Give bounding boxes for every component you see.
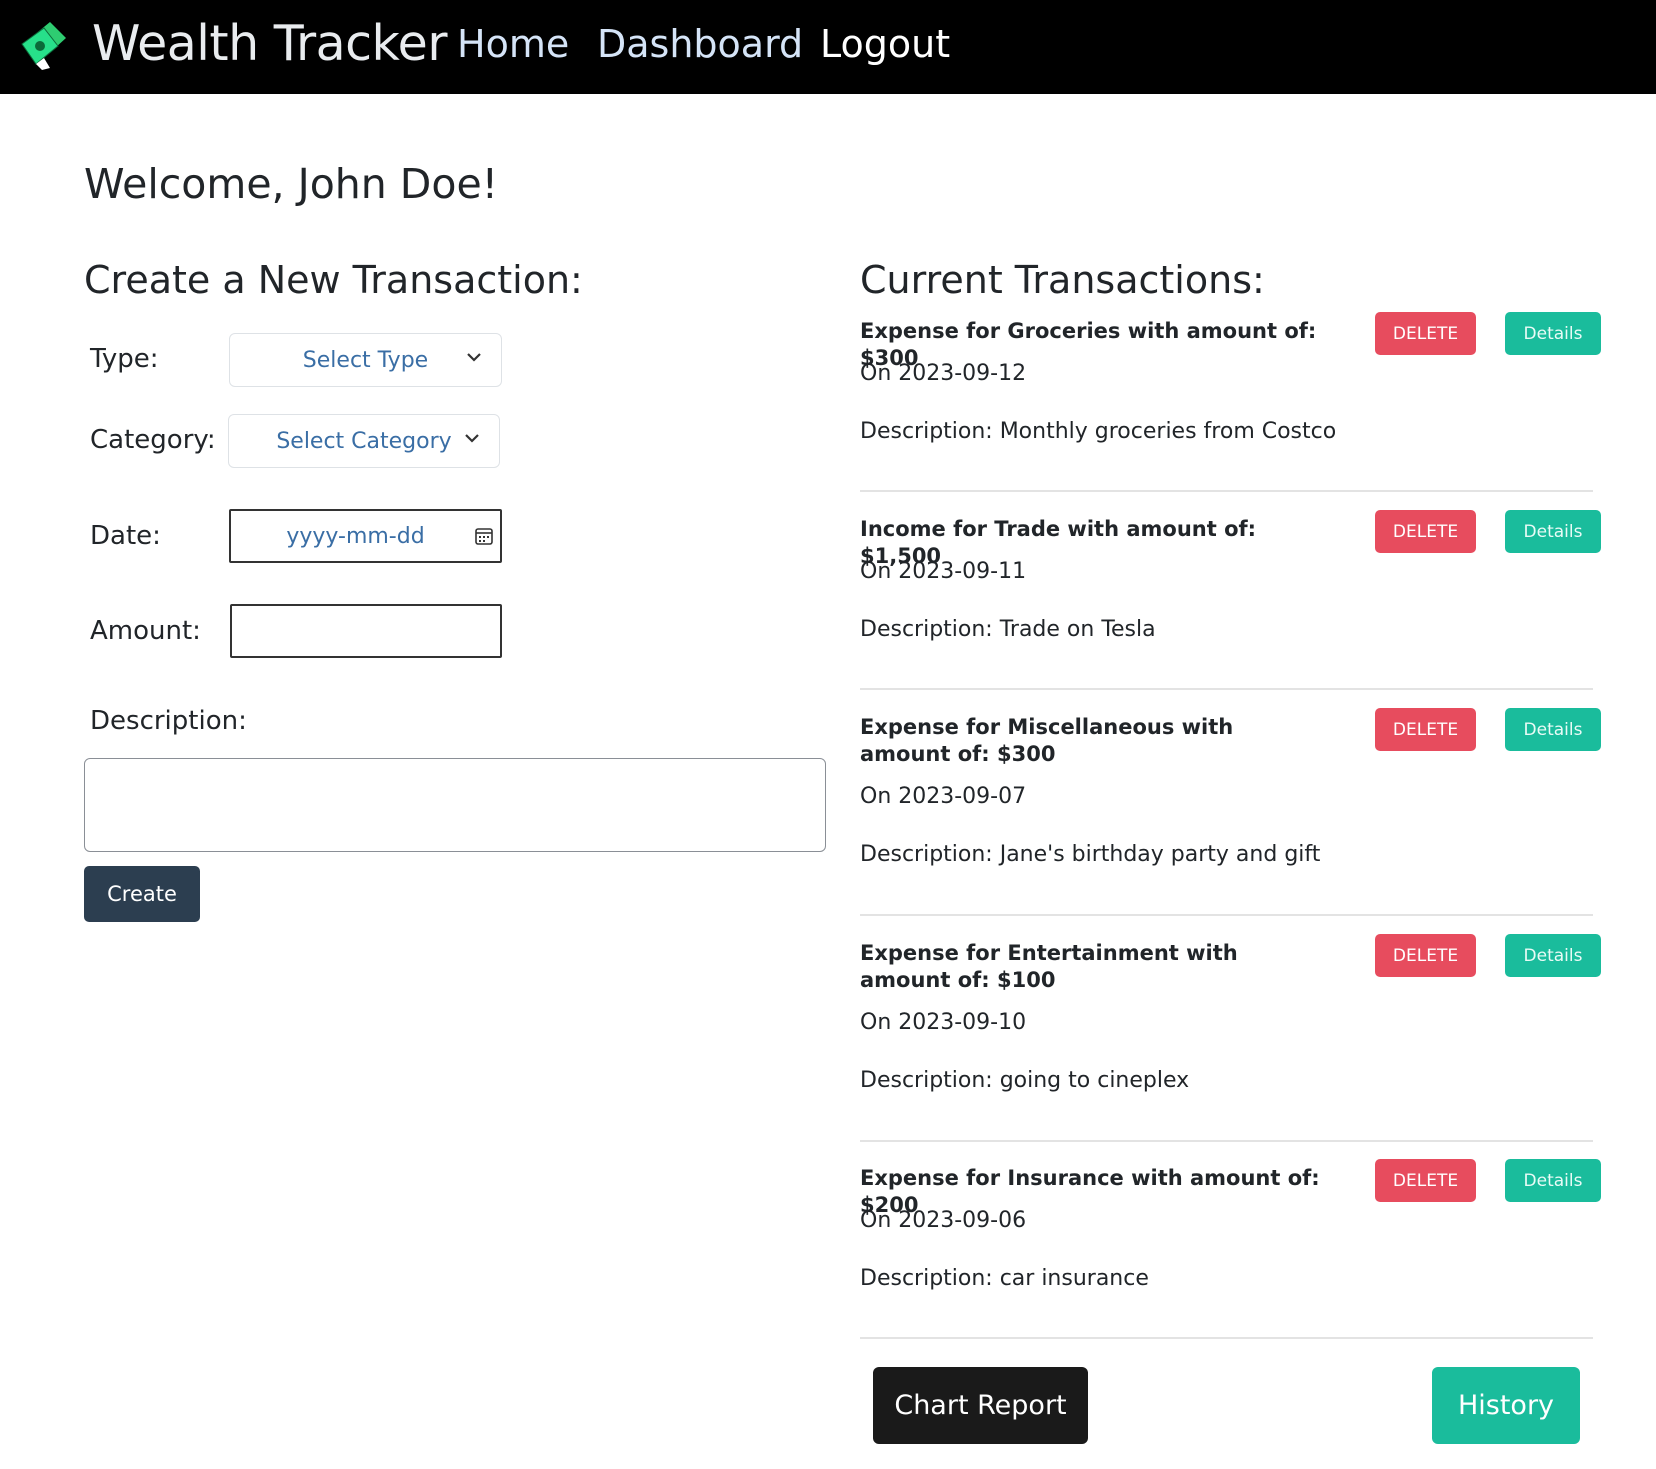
- divider: [860, 1140, 1593, 1142]
- nav-home-link[interactable]: Home: [457, 16, 569, 72]
- chevron-down-icon: [467, 353, 481, 362]
- create-transaction-title: Create a New Transaction:: [84, 258, 583, 302]
- date-input[interactable]: yyyy-mm-dd: [229, 509, 502, 563]
- description-textarea[interactable]: [84, 758, 826, 852]
- divider: [860, 688, 1593, 690]
- transaction-date: On 2023-09-06: [860, 1208, 1027, 1233]
- chevron-down-icon: [465, 434, 479, 443]
- amount-label: Amount:: [90, 616, 201, 646]
- delete-button[interactable]: DELETE: [1375, 708, 1476, 751]
- details-button[interactable]: Details: [1505, 934, 1601, 977]
- nav-dashboard-link[interactable]: Dashboard: [597, 16, 803, 72]
- transaction-description: Description: Monthly groceries from Cost…: [860, 419, 1337, 444]
- transaction-heading: Expense for Entertainment with amount of…: [860, 941, 1238, 992]
- transaction-description: Description: car insurance: [860, 1266, 1149, 1291]
- type-select-value: Select Type: [302, 347, 429, 373]
- category-select-value: Select Category: [276, 428, 452, 454]
- nav-logout-link[interactable]: Logout: [820, 16, 950, 72]
- delete-button[interactable]: DELETE: [1375, 934, 1476, 977]
- details-button[interactable]: Details: [1505, 708, 1601, 751]
- details-button[interactable]: Details: [1505, 312, 1601, 355]
- money-bill-icon[interactable]: [20, 18, 70, 70]
- details-button[interactable]: Details: [1505, 1159, 1601, 1202]
- delete-button[interactable]: DELETE: [1375, 1159, 1476, 1202]
- details-button[interactable]: Details: [1505, 510, 1601, 553]
- calendar-icon[interactable]: [474, 526, 494, 546]
- type-label: Type:: [90, 344, 159, 374]
- transaction-date: On 2023-09-10: [860, 1010, 1027, 1035]
- transaction-date: On 2023-09-12: [860, 361, 1027, 386]
- transaction-heading: Expense for Miscellaneous with amount of…: [860, 715, 1234, 766]
- brand-title[interactable]: Wealth Tracker: [92, 12, 447, 76]
- date-placeholder: yyyy-mm-dd: [286, 523, 425, 549]
- category-select[interactable]: Select Category: [228, 414, 500, 468]
- date-label: Date:: [90, 521, 161, 551]
- amount-input[interactable]: [230, 604, 502, 658]
- divider: [860, 1337, 1593, 1339]
- chart-report-button[interactable]: Chart Report: [873, 1367, 1088, 1444]
- description-label: Description:: [90, 706, 247, 736]
- category-label: Category:: [90, 425, 216, 455]
- navbar: Wealth Tracker Home Dashboard Logout: [0, 0, 1656, 94]
- transaction-date: On 2023-09-11: [860, 559, 1027, 584]
- delete-button[interactable]: DELETE: [1375, 510, 1476, 553]
- transaction-date: On 2023-09-07: [860, 784, 1027, 809]
- type-select[interactable]: Select Type: [229, 333, 502, 387]
- delete-button[interactable]: DELETE: [1375, 312, 1476, 355]
- welcome-heading: Welcome, John Doe!: [84, 160, 499, 208]
- divider: [860, 914, 1593, 916]
- create-button[interactable]: Create: [84, 866, 200, 922]
- transaction-description: Description: going to cineplex: [860, 1068, 1190, 1093]
- transaction-description: Description: Jane's birthday party and g…: [860, 842, 1321, 867]
- transaction-description: Description: Trade on Tesla: [860, 617, 1156, 642]
- divider: [860, 490, 1593, 492]
- current-transactions-title: Current Transactions:: [860, 258, 1265, 302]
- history-button[interactable]: History: [1432, 1367, 1580, 1444]
